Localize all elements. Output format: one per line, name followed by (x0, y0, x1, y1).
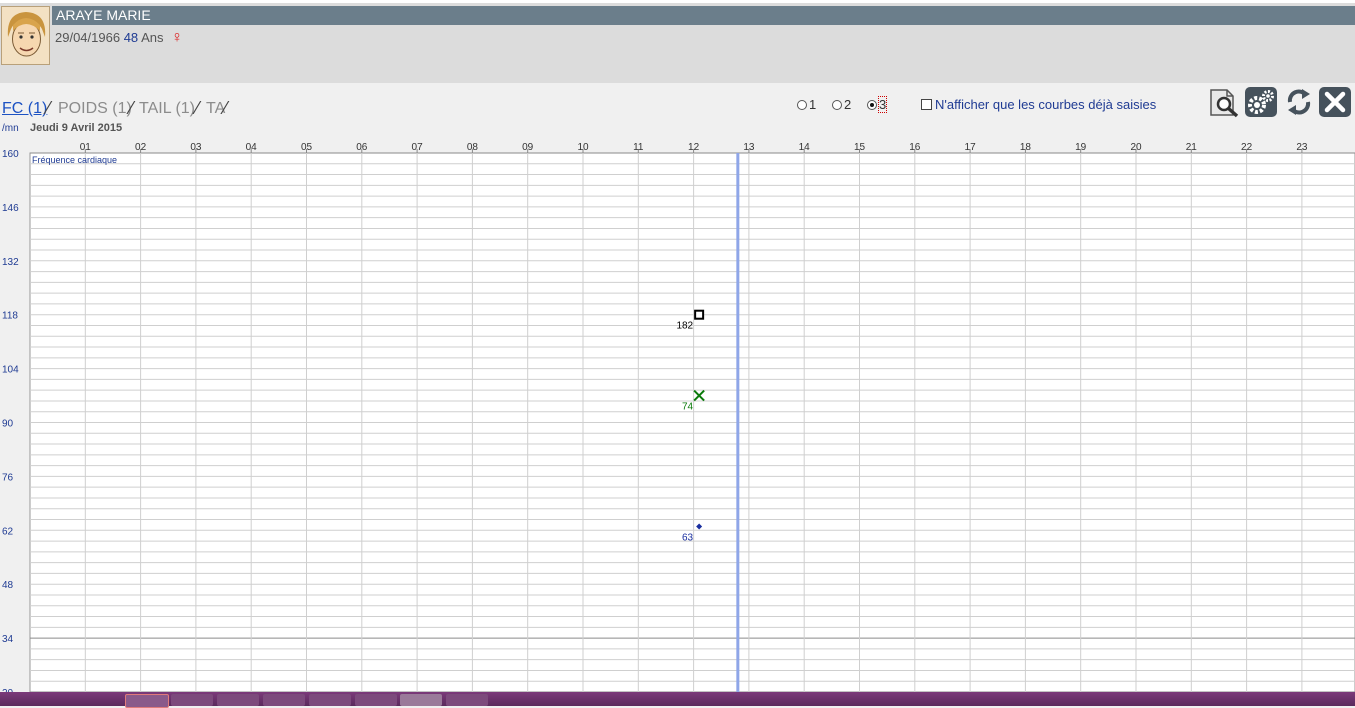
y-tick-label: 76 (2, 472, 14, 483)
x-tick-label: 11 (633, 142, 644, 153)
x-tick-label: 04 (246, 142, 258, 153)
x-tick-label: 22 (1241, 142, 1253, 153)
taskbar-app[interactable] (446, 694, 488, 706)
radio-icon (832, 99, 842, 110)
settings-icon[interactable] (1244, 86, 1278, 118)
tab-separator: ⁄ (130, 98, 134, 118)
x-tick-label: 03 (190, 142, 202, 153)
x-tick-label: 10 (577, 142, 589, 153)
heart-rate-chart[interactable]: 01 02 03 04 05 06 07 08 09 10 11 12 13 14 15 16 17 18 19 20… (0, 138, 1355, 692)
x-tick-label: 23 (1296, 142, 1308, 153)
tab-separator: ⁄ (224, 98, 228, 118)
view-option-label: 1 (809, 97, 817, 112)
radio-selected-icon (867, 99, 877, 110)
view-option-3[interactable]: 3 (867, 96, 888, 113)
chart-date: Jeudi 9 Avril 2015 (30, 122, 123, 134)
taskbar-app[interactable] (309, 694, 351, 706)
y-tick-label: 118 (2, 311, 18, 322)
patient-info: 29/04/1966 48 Ans ♀ (55, 29, 183, 47)
avatar-face-icon (7, 12, 46, 57)
y-tick-label: 160 (2, 149, 19, 160)
tab-tail[interactable]: TAIL (1) (139, 100, 195, 118)
view-option-label: 3 (877, 96, 888, 113)
view-option-2[interactable]: 2 (832, 97, 851, 112)
chart-title: Fréquence cardiaque (32, 155, 117, 165)
patient-name: ARAYE MARIE (52, 6, 1355, 25)
tab-separator: ⁄ (47, 98, 51, 118)
data-label: 74 (682, 402, 694, 413)
taskbar-app[interactable] (355, 694, 397, 706)
preview-icon[interactable] (1207, 86, 1241, 118)
y-tick-label: 90 (2, 419, 14, 430)
patient-age-unit: Ans (141, 30, 164, 45)
x-tick-label: 06 (356, 142, 368, 153)
tab-separator: ⁄ (196, 98, 200, 118)
data-label: 63 (682, 532, 694, 543)
x-tick-label: 14 (799, 142, 811, 153)
y-tick-label: 104 (2, 365, 19, 376)
filter-checkbox-label: N'afficher que les courbes déjà saisies (935, 97, 1157, 112)
refresh-icon[interactable] (1282, 86, 1316, 118)
x-tick-label: 20 (1130, 142, 1142, 153)
x-tick-label: 21 (1186, 142, 1198, 153)
x-tick-label: 02 (135, 142, 147, 153)
y-tick-label: 48 (2, 580, 14, 591)
x-tick-label: 13 (743, 142, 755, 153)
patient-header: ARAYE MARIE 29/04/1966 48 Ans ♀ (0, 0, 1355, 83)
checkbox-icon (921, 99, 932, 110)
x-tick-label: 15 (854, 142, 866, 153)
x-tick-label: 16 (909, 142, 921, 153)
x-tick-label: 09 (522, 142, 534, 153)
view-option-label: 2 (844, 97, 852, 112)
radio-icon (797, 99, 807, 110)
x-tick-label: 18 (1020, 142, 1032, 153)
x-tick-label: 08 (467, 142, 479, 153)
y-tick-label: 132 (2, 257, 19, 268)
patient-avatar (1, 6, 50, 65)
y-tick-label: 146 (2, 203, 19, 214)
x-tick-label: 05 (301, 142, 313, 153)
data-label: 182 (676, 321, 693, 332)
taskbar-app[interactable] (217, 694, 259, 706)
patient-age: 48 (123, 30, 139, 45)
y-tick-label: 62 (2, 526, 14, 537)
tab-poids[interactable]: POIDS (1) (58, 100, 132, 118)
x-tick-label: 01 (80, 142, 92, 153)
x-tick-label: 07 (412, 142, 424, 153)
taskbar-app[interactable] (263, 694, 305, 706)
view-option-1[interactable]: 1 (797, 97, 816, 112)
data-point-square[interactable] (694, 309, 705, 320)
x-tick-label: 12 (688, 142, 700, 153)
taskbar-app[interactable] (400, 694, 442, 706)
x-tick-label: 17 (965, 142, 977, 153)
female-icon: ♀ (171, 29, 184, 46)
tab-ta[interactable]: TA (206, 100, 225, 118)
taskbar-app[interactable] (171, 694, 213, 706)
windows-taskbar (0, 692, 1355, 708)
filter-checkbox[interactable]: N'afficher que les courbes déjà saisies (921, 97, 1156, 112)
patient-birthdate: 29/04/1966 (55, 30, 121, 45)
close-icon[interactable] (1318, 86, 1352, 118)
y-tick-label: 34 (2, 634, 14, 645)
x-tick-label: 19 (1075, 142, 1087, 153)
tab-fc[interactable]: FC (1) (2, 100, 47, 118)
unit-label: /mn (2, 123, 19, 134)
